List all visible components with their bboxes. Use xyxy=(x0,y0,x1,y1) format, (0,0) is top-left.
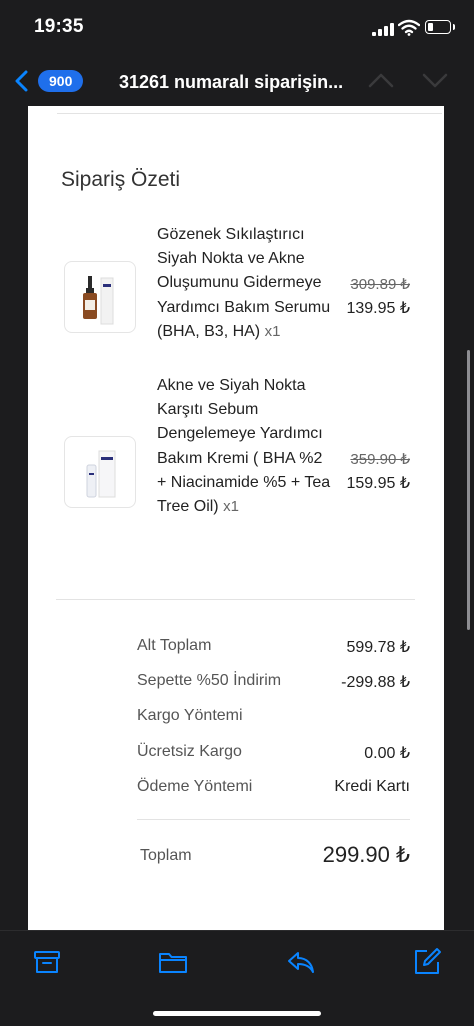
divider xyxy=(56,599,415,600)
original-price: 309.89 ₺ xyxy=(350,276,410,293)
cellular-signal-icon xyxy=(372,23,396,36)
divider xyxy=(57,113,442,114)
sale-price: 159.95 ₺ xyxy=(346,475,410,492)
product-name: Gözenek Sıkılaştırıcı Siyah Nokta ve Akn… xyxy=(157,226,331,340)
discount-label: Sepette %50 İndirim xyxy=(137,672,282,689)
back-button[interactable]: 900 xyxy=(14,66,84,96)
product-name: Akne ve Siyah Nokta Karşıtı Sebum Dengel… xyxy=(157,377,331,516)
product-image-cream[interactable] xyxy=(64,436,136,508)
home-indicator xyxy=(153,1011,321,1016)
battery-icon xyxy=(425,20,455,34)
status-bar: 19:35 xyxy=(0,0,474,56)
product-quantity: x1 xyxy=(264,322,281,340)
page-title: 31261 numaralı siparişin... xyxy=(119,72,344,92)
payment-method-value: Kredi Kartı xyxy=(334,778,410,795)
total-value: 299.90 ₺ xyxy=(322,842,410,867)
sale-price: 139.95 ₺ xyxy=(346,300,410,317)
product-image-serum[interactable] xyxy=(64,261,136,333)
email-body: Sipariş Özeti Gözenek Sıkılaştırıcı Siya… xyxy=(28,106,444,930)
status-time: 19:35 xyxy=(34,16,84,37)
next-message-button[interactable] xyxy=(422,70,448,90)
list-item: Gözenek Sıkılaştırıcı Siyah Nokta ve Akn… xyxy=(157,223,332,344)
payment-method-label: Ödeme Yöntemi xyxy=(137,778,253,795)
scrollbar[interactable] xyxy=(467,350,470,630)
discount-value: -299.88 ₺ xyxy=(341,674,410,691)
free-shipping-value: 0.00 ₺ xyxy=(364,745,410,762)
subtotal-value: 599.78 ₺ xyxy=(346,639,410,656)
shipping-method-label: Kargo Yöntemi xyxy=(137,707,243,724)
compose-icon[interactable] xyxy=(412,947,442,977)
unread-count-badge: 900 xyxy=(38,70,84,92)
divider xyxy=(137,819,410,820)
free-shipping-label: Ücretsiz Kargo xyxy=(137,743,242,760)
product-quantity: x1 xyxy=(223,498,239,516)
order-summary-title: Sipariş Özeti xyxy=(61,168,181,191)
previous-message-button[interactable] xyxy=(368,70,394,90)
total-label: Toplam xyxy=(140,847,192,864)
nav-bar: 900 31261 numaralı siparişin... xyxy=(0,56,474,106)
original-price: 359.90 ₺ xyxy=(350,451,410,468)
serum-bottle-icon xyxy=(83,276,114,325)
chevron-left-icon xyxy=(15,70,28,92)
list-item: Akne ve Siyah Nokta Karşıtı Sebum Dengel… xyxy=(157,374,332,519)
cream-box-icon xyxy=(86,450,116,498)
reply-icon[interactable] xyxy=(286,947,316,977)
archive-icon[interactable] xyxy=(32,947,62,977)
wifi-icon xyxy=(398,19,420,36)
subtotal-label: Alt Toplam xyxy=(137,637,212,654)
folder-icon[interactable] xyxy=(158,947,188,977)
